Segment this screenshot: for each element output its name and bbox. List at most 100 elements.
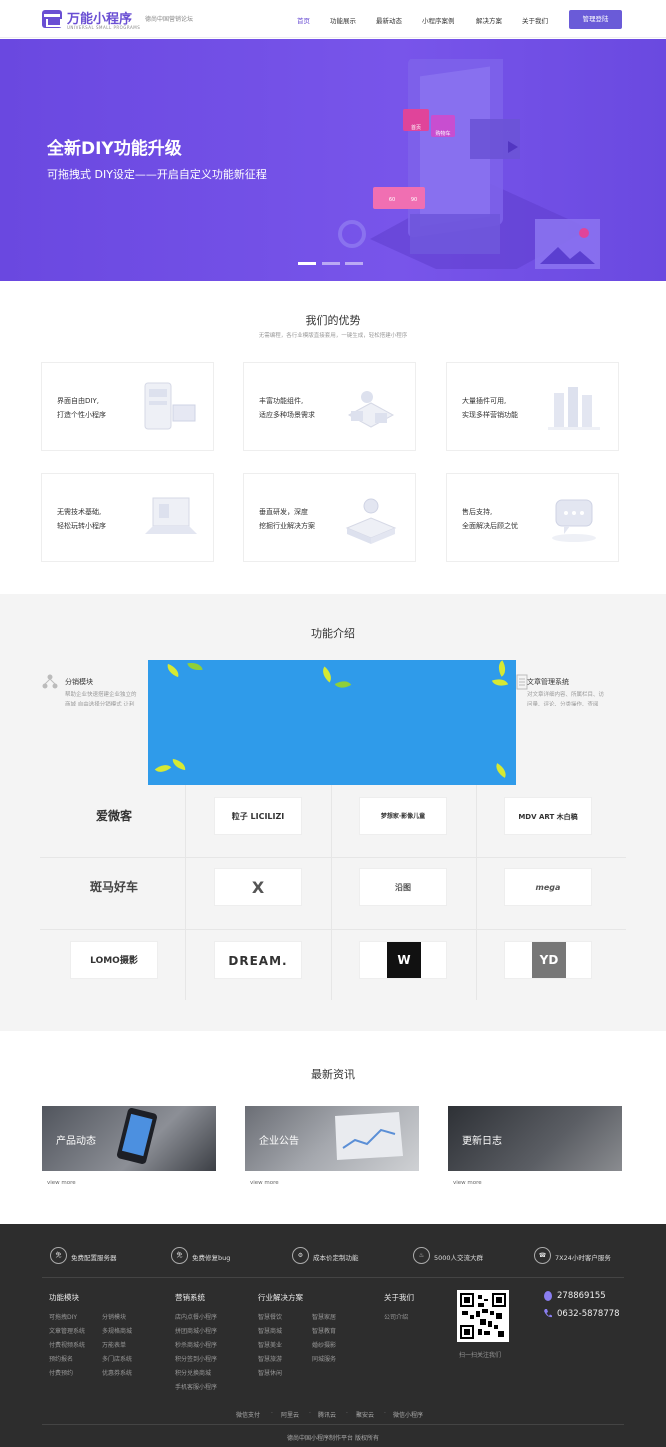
headset-icon: ☎ [534,1247,551,1264]
leaf-decoration [492,763,510,778]
footer-link[interactable]: 可拖拽DIY [49,1312,77,1321]
layout-illustration-icon [144,382,196,430]
partner-logo[interactable]: 沿图 [359,868,447,906]
copyright: 德尚中国小程序制作平台 版权所有 [287,1435,379,1442]
footer-feature-text: 7X24小时客户服务 [555,1254,611,1262]
phone-in-hand-illustration [117,1108,157,1165]
grid-divider [476,785,477,1000]
nav-features[interactable]: 功能展示 [330,15,356,25]
slider-dot-2[interactable] [322,262,340,265]
adv-line: 界面自由DIY, [57,397,99,405]
org-chart-icon [42,674,58,689]
free-bugfix-icon: 免 [171,1247,188,1264]
footer-link[interactable]: 婚纱摄影 [312,1340,336,1349]
partner-logo-mark: YD [532,942,566,978]
footer-col-title: 行业解决方案 [258,1293,303,1302]
news-card-label: 更新日志 [462,1136,502,1147]
footer-link[interactable]: 付费视频系统 [49,1340,85,1349]
footer-link[interactable]: 店内点餐小程序 [175,1312,217,1321]
footer-link[interactable]: 智慧商城 [258,1326,282,1335]
feature-left-title[interactable]: 分销模块 [65,677,93,687]
grid-divider [331,785,332,1000]
partner-logo[interactable]: 粒子 LICILIZI [214,797,302,835]
news-card-image[interactable]: 更新日志 [448,1106,622,1171]
footer-link[interactable]: 文章管理系统 [49,1326,85,1335]
page: 万能小程序 UNIVERSAL SMALL PROGRAMS 德尚中国营销论坛 … [0,0,666,1447]
bottom-link[interactable]: 腾讯云 [318,1410,336,1419]
nav-home[interactable]: 首页 [297,15,310,25]
news-view-more-link[interactable]: view more [47,1180,76,1186]
partner-logo[interactable]: MDV ART 木白稿 [504,797,592,835]
admin-login-button[interactable]: 管理登陆 [569,10,622,29]
partner-logo[interactable]: W [359,941,447,979]
partner-logo[interactable]: DREAM. [214,941,302,979]
feature-right-title[interactable]: 文章管理系统 [527,677,569,687]
leaf-decoration [164,663,182,678]
partner-logo[interactable]: 爱微客 [70,797,158,835]
footer-link[interactable]: 积分兑换商城 [175,1368,211,1377]
partner-logo[interactable]: 梦想家·影像儿童 [359,797,447,835]
bottom-link[interactable]: 微信小程序 [393,1410,423,1419]
adv-line: 垂直研发，深度 [259,508,308,516]
news-view-more-link[interactable]: view more [250,1180,279,1186]
partner-logo[interactable]: LOMO摄影 [70,941,158,979]
nav-solutions[interactable]: 解决方案 [476,15,502,25]
news-card-image[interactable]: 产品动态 [42,1106,216,1171]
footer-link[interactable]: 手机客服小程序 [175,1382,217,1391]
bottom-link[interactable]: 微信支付 [236,1410,260,1419]
gear-icon: ⚙ [292,1247,309,1264]
home-tile-label: 首页 [411,124,421,131]
footer-link[interactable]: 多门店系统 [102,1354,132,1363]
footer-link[interactable]: 智慧餐饮 [258,1312,282,1321]
heart-count: 90 [411,197,417,203]
adv-line: 挖掘行业解决方案 [259,522,315,530]
bottom-link[interactable]: 阿里云 [281,1410,299,1419]
partner-logo[interactable]: X [214,868,302,906]
footer-link[interactable]: 拼团商城小程序 [175,1326,217,1335]
footer-link[interactable]: 秒杀商城小程序 [175,1340,217,1349]
logo-subtitle: UNIVERSAL SMALL PROGRAMS [67,25,141,30]
footer-link[interactable]: 同城服务 [312,1354,336,1363]
nav-about[interactable]: 关于我们 [522,15,548,25]
footer-link[interactable]: 智慧家居 [312,1312,336,1321]
footer-link[interactable]: 积分签到小程序 [175,1354,217,1363]
hero-banner: 全新DIY功能升级 可拖拽式 DIY设定——开启自定义功能新征程 首页 购物车 … [0,39,666,281]
footer-link[interactable]: 分销模块 [102,1312,126,1321]
slider-dot-1[interactable] [298,262,316,265]
like-count: 60 [389,197,395,203]
advantages-subtitle: 无需编程，各行业模版直接套用，一键生成，轻松搭建小程序 [258,333,408,339]
footer-link[interactable]: 智慧旅游 [258,1354,282,1363]
news-view-more-link[interactable]: view more [453,1180,482,1186]
phone-number[interactable]: 0632-5878778 [557,1309,620,1319]
leaf-decoration [334,677,352,692]
advantages-title: 我们的优势 [305,314,361,327]
phone-icon [544,1309,552,1318]
store-logo-icon[interactable] [42,10,62,28]
nav-news[interactable]: 最新动态 [376,15,402,25]
footer-link[interactable]: 万能表单 [102,1340,126,1349]
footer-link[interactable]: 智慧美业 [258,1340,282,1349]
floating-banner-overlay[interactable] [148,660,516,785]
bottom-link[interactable]: 聚安云 [356,1410,374,1419]
grid-divider [40,857,626,858]
feature-left-desc: 帮助企业快速搭建企业独立的 [65,692,137,698]
qq-number[interactable]: 278869155 [557,1291,606,1301]
footer-divider [42,1277,624,1278]
partner-logo[interactable]: mega [504,868,592,906]
nav-cases[interactable]: 小程序案例 [422,15,455,25]
advantage-card: 大量插件可用, 实现多样营销功能 [446,362,619,451]
footer-link[interactable]: 多规格商城 [102,1326,132,1335]
partner-logo[interactable]: 斑马好车 [70,868,158,906]
footer-link[interactable]: 公司介绍 [384,1312,408,1321]
partner-logo[interactable]: YD [504,941,592,979]
footer-link[interactable]: 智慧教育 [312,1326,336,1335]
footer-link[interactable]: 预约报名 [49,1354,73,1363]
news-card-image[interactable]: 企业公告 [245,1106,419,1171]
grid-divider [40,929,626,930]
slider-dot-3[interactable] [345,262,363,265]
footer-link[interactable]: 优惠券系统 [102,1368,132,1377]
hero-subtitle: 可拖拽式 DIY设定——开启自定义功能新征程 [47,168,267,181]
footer-link[interactable]: 智慧休闲 [258,1368,282,1377]
footer-link[interactable]: 付费预约 [49,1368,73,1377]
adv-line: 适应多种场景需求 [259,411,315,419]
